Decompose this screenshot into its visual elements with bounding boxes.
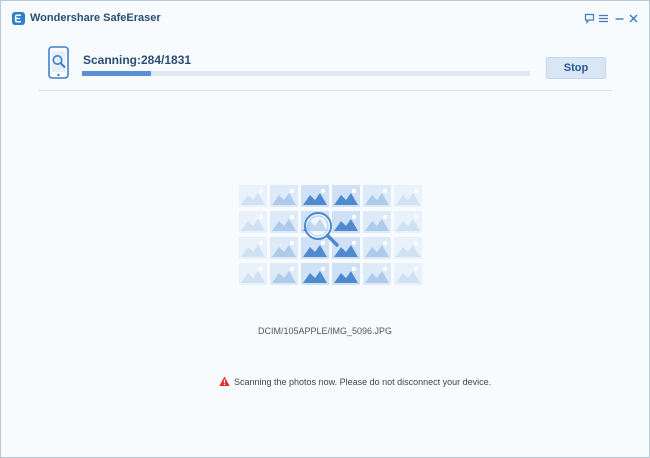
photo-tile	[239, 185, 267, 207]
current-file-path: DCIM/105APPLE/IMG_5096.JPG	[257, 326, 393, 336]
close-icon[interactable]	[628, 13, 639, 24]
scan-header: Scanning:284/1831 Stop	[1, 35, 649, 91]
photo-tile	[394, 263, 422, 285]
magnifier-icon	[304, 212, 339, 247]
photo-tile	[363, 185, 391, 207]
scan-status-text: Scanning:284/1831	[83, 53, 192, 67]
app-title: Wondershare SafeEraser	[30, 12, 161, 24]
photo-tile	[270, 185, 298, 207]
photo-tile	[394, 185, 422, 207]
warning-text: Scanning the photos now. Please do not d…	[234, 377, 492, 387]
photo-tile	[239, 263, 267, 285]
photo-tile	[363, 263, 391, 285]
title-bar[interactable]: Wondershare SafeEraser	[1, 1, 649, 35]
app-window: Wondershare SafeEraser Scanning:284/1831…	[0, 0, 650, 458]
stop-button[interactable]: Stop	[546, 57, 606, 79]
photo-tile	[301, 263, 329, 285]
feedback-icon[interactable]	[584, 13, 595, 24]
photo-tile	[394, 211, 422, 233]
app-logo-icon	[12, 12, 25, 25]
photo-tile	[239, 237, 267, 259]
photo-tile	[394, 237, 422, 259]
menu-icon[interactable]	[598, 13, 609, 24]
photo-tile	[270, 211, 298, 233]
photo-tile	[332, 185, 360, 207]
photo-tile	[301, 185, 329, 207]
warning-triangle-icon	[219, 376, 230, 386]
scan-progress-bar	[82, 71, 530, 76]
phone-scan-icon	[48, 46, 69, 79]
photo-tile	[239, 211, 267, 233]
minimize-icon[interactable]	[614, 13, 625, 24]
photo-tile	[363, 211, 391, 233]
photo-tile	[363, 237, 391, 259]
scan-progress-fill	[82, 71, 152, 76]
photo-tile	[270, 237, 298, 259]
photo-tile	[332, 263, 360, 285]
divider	[39, 90, 612, 91]
photo-tile	[270, 263, 298, 285]
